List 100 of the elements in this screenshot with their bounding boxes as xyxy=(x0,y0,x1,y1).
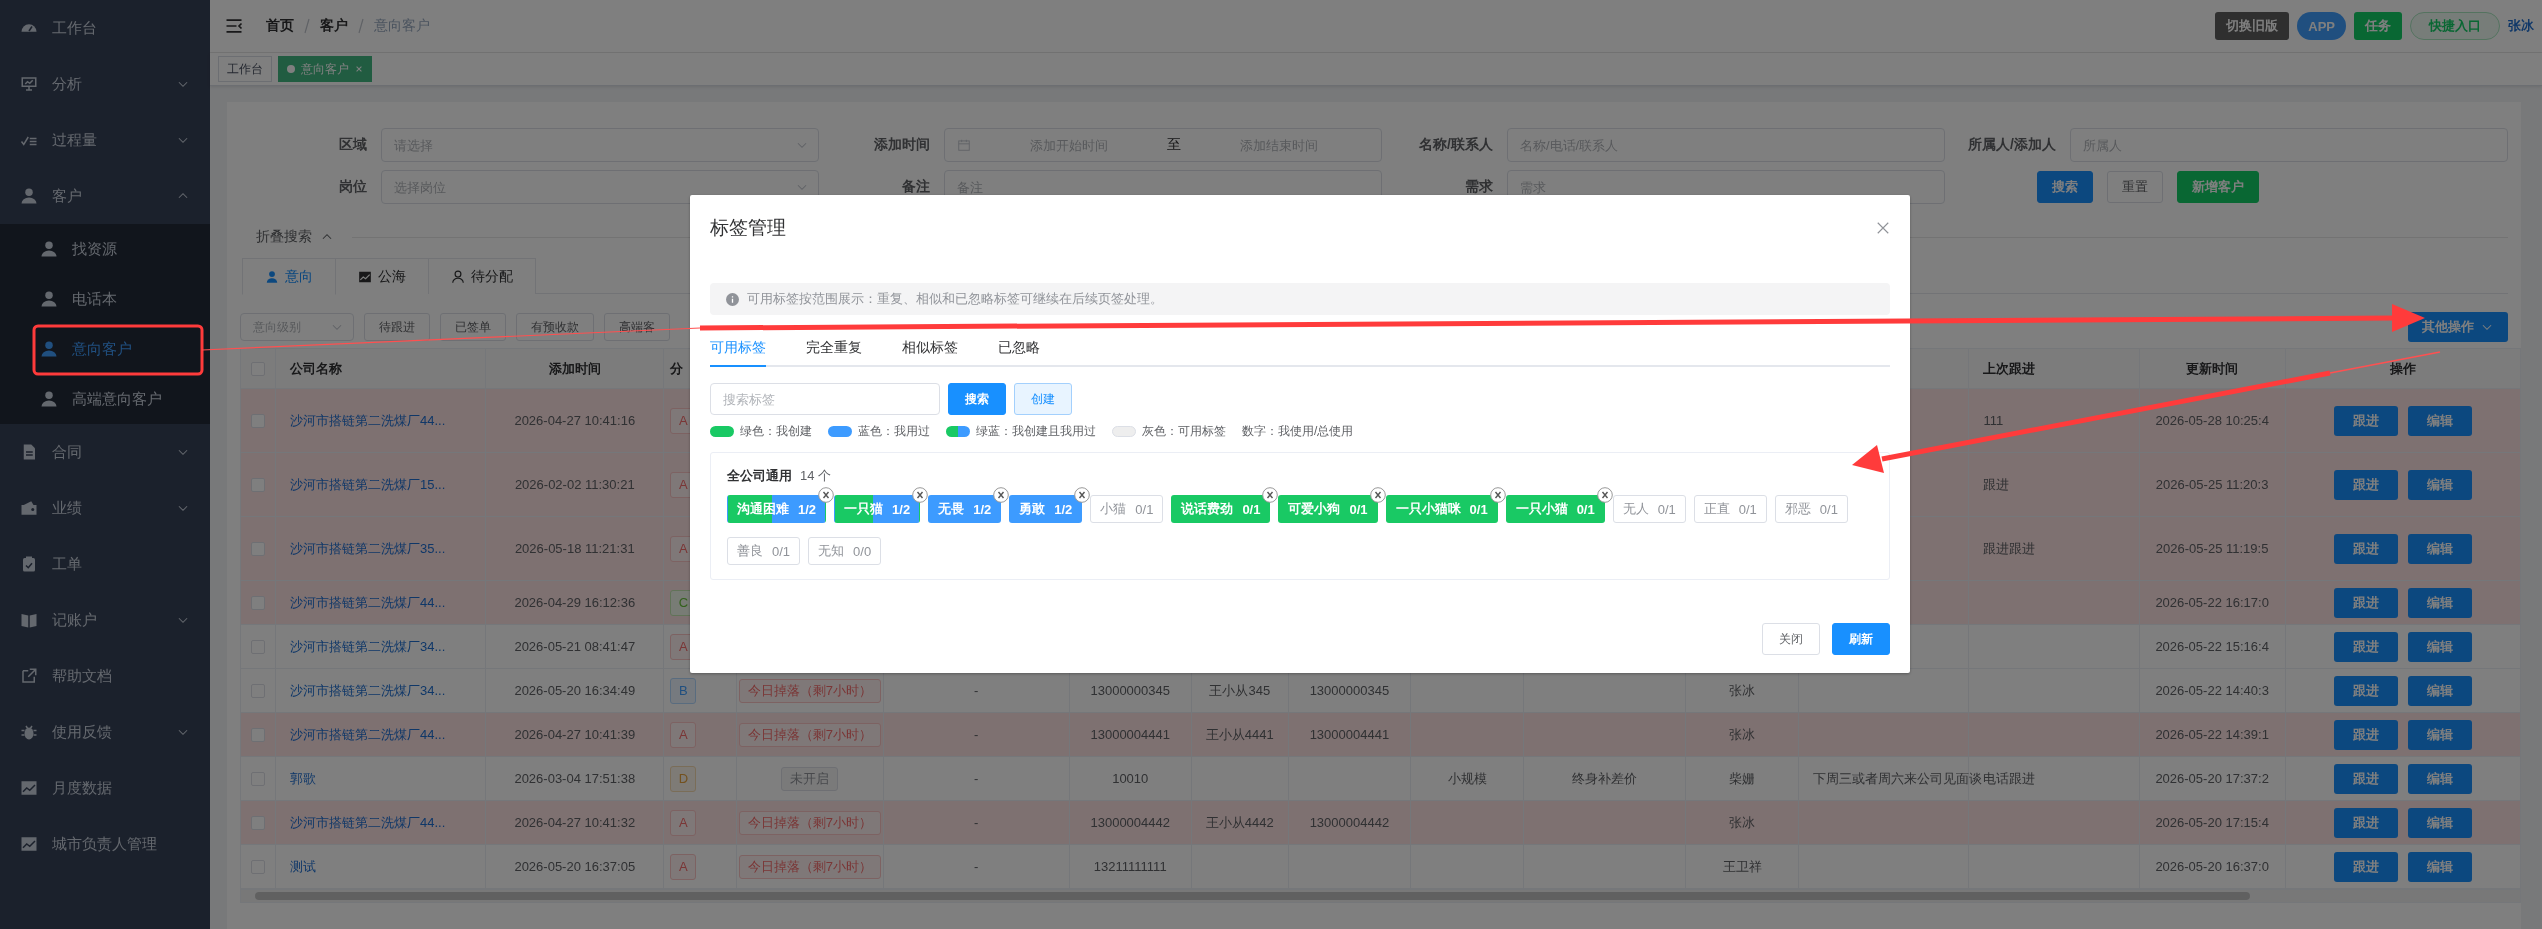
filter-button[interactable]: 新增客户 xyxy=(2177,171,2259,203)
field-label: 区域 xyxy=(338,136,368,154)
header-button[interactable]: APP xyxy=(2297,12,2346,40)
header-button[interactable]: 任务 xyxy=(2354,12,2402,40)
sidebar-item[interactable]: 使用反馈 xyxy=(0,704,210,760)
sidebar-item[interactable]: 月度数据 xyxy=(0,760,210,816)
row-action-button[interactable]: 跟进 xyxy=(2333,807,2398,838)
table-cell: 2026-05-25 11:20:3 xyxy=(2155,477,2269,492)
filter-button[interactable]: 有预收款 xyxy=(516,313,594,341)
breadcrumb-item[interactable]: 首页 xyxy=(266,17,294,35)
submenu-item[interactable]: 找资源 xyxy=(0,224,210,274)
table-cell: 2026-04-29 16:12:36 xyxy=(514,595,636,610)
company-link[interactable]: 沙河市搭链第二洗煤厂15... xyxy=(290,476,446,492)
row-action-button[interactable]: 编辑 xyxy=(2407,533,2472,564)
fold-search-toggle[interactable]: 折叠搜索 xyxy=(256,228,334,246)
label-tag[interactable]: 一只小猫 0/1 xyxy=(1505,495,1605,523)
submenu-item[interactable]: 意向客户 xyxy=(0,324,210,374)
row-action-button[interactable]: 编辑 xyxy=(2407,807,2472,838)
table-cell: - xyxy=(973,859,979,874)
table-cell: 2026-04-27 10:41:32 xyxy=(514,815,636,830)
table-cell: 下周三或者周六来公司见面谈 xyxy=(1813,770,1983,786)
dialog-button[interactable]: 创建 xyxy=(1014,383,1072,415)
label-tag[interactable]: 无人 0/1 xyxy=(1612,495,1686,523)
page-tab[interactable]: 工作台 xyxy=(218,56,272,82)
label-tag[interactable]: 无畏 1/2 xyxy=(928,495,1002,523)
label-tag[interactable]: 可爱小狗 0/1 xyxy=(1278,495,1378,523)
tab[interactable]: 公海 xyxy=(336,258,429,294)
table-cell: 2026-05-22 15:16:4 xyxy=(2155,639,2269,654)
table-cell: 2026-04-27 10:41:16 xyxy=(514,413,636,428)
row-action-button[interactable]: 跟进 xyxy=(2333,763,2398,794)
label-tag[interactable]: 一只小猫咪 0/1 xyxy=(1385,495,1498,523)
row-action-button[interactable]: 编辑 xyxy=(2407,631,2472,662)
row-action-button[interactable]: 编辑 xyxy=(2407,469,2472,500)
tab[interactable]: 可用标签 xyxy=(710,331,766,367)
sidebar-item[interactable]: 帮助文档 xyxy=(0,648,210,704)
filter-button[interactable]: 已签单 xyxy=(440,313,506,341)
user-name[interactable]: 张冰 xyxy=(2508,17,2534,35)
field-label: 备注 xyxy=(901,178,931,196)
tab[interactable]: 相似标签 xyxy=(902,331,958,367)
filter-button[interactable]: 搜索 xyxy=(2037,171,2093,203)
sidebar-item[interactable]: 工单 xyxy=(0,536,210,592)
row-action-button[interactable]: 编辑 xyxy=(2407,587,2472,618)
label-tag[interactable]: 善良 0/1 xyxy=(727,537,801,565)
label-tag[interactable]: 小猫 0/1 xyxy=(1090,495,1164,523)
header-button[interactable]: 切换旧版 xyxy=(2215,12,2290,40)
filter-button[interactable]: 重置 xyxy=(2107,171,2163,203)
status-tag: 今日掉落（剩7小时） xyxy=(738,810,882,835)
info-alert: 可用标签按范围展示：重复、相似和已忽略标签可继续在后续页签处理。 xyxy=(710,283,1890,315)
row-action-button[interactable]: 编辑 xyxy=(2407,675,2472,706)
label-tag[interactable]: 说话费劲 0/1 xyxy=(1171,495,1271,523)
dialog-button[interactable]: 搜索 xyxy=(948,383,1006,415)
row-action-button[interactable]: 跟进 xyxy=(2333,675,2398,706)
row-action-button[interactable]: 跟进 xyxy=(2333,533,2398,564)
row-action-button[interactable]: 跟进 xyxy=(2333,405,2398,436)
table-cell: 2026-02-02 11:30:21 xyxy=(514,477,635,492)
tab[interactable]: 完全重复 xyxy=(806,331,862,367)
row-action-button[interactable]: 跟进 xyxy=(2333,587,2398,618)
sidebar-item[interactable]: 记账户 xyxy=(0,592,210,648)
row-action-button[interactable]: 编辑 xyxy=(2407,719,2472,750)
search-field[interactable]: 搜索标签 xyxy=(710,383,940,415)
dialog-button[interactable]: 刷新 xyxy=(1832,623,1890,655)
row-action-button[interactable]: 跟进 xyxy=(2333,719,2398,750)
table-cell: 王卫祥 xyxy=(1722,858,1762,874)
legend-label: 数字：我使用/总使用 xyxy=(1242,423,1354,440)
row-action-button[interactable]: 编辑 xyxy=(2407,405,2472,436)
tab[interactable]: 意向 xyxy=(242,258,336,295)
sidebar-item[interactable]: 合同 xyxy=(0,424,210,480)
submenu-item[interactable]: 高端意向客户 xyxy=(0,374,210,424)
filter-button[interactable]: 待跟进 xyxy=(364,313,430,341)
label-tag[interactable]: 正直 0/1 xyxy=(1693,495,1767,523)
header-button[interactable]: 快捷入口 xyxy=(2410,12,2500,40)
label-tag[interactable]: 邪恶 0/1 xyxy=(1774,495,1848,523)
row-action-button[interactable]: 跟进 xyxy=(2333,851,2398,882)
company-link[interactable]: 测试 xyxy=(290,858,316,874)
sidebar-item[interactable]: 工作台 xyxy=(0,0,210,56)
company-link[interactable]: 沙河市搭链第二洗煤厂44... xyxy=(290,412,446,428)
sidebar-item[interactable]: 城市负责人管理 xyxy=(0,816,210,872)
sidebar-item[interactable]: 过程量 xyxy=(0,112,210,168)
submenu-item[interactable]: 电话本 xyxy=(0,274,210,324)
sidebar-item[interactable]: 分析 xyxy=(0,56,210,112)
sidebar-item[interactable]: 业绩 xyxy=(0,480,210,536)
row-action-button[interactable]: 跟进 xyxy=(2333,631,2398,662)
tab[interactable]: 待分配 xyxy=(429,258,536,294)
filter-button[interactable]: 高端客 xyxy=(604,313,670,341)
dialog-button[interactable]: 关闭 xyxy=(1762,623,1820,655)
table-cell: 2026-05-21 08:41:47 xyxy=(514,639,636,654)
label-tag[interactable]: 无知 0/0 xyxy=(808,537,882,565)
page-tab[interactable]: 意向客户 xyxy=(278,56,372,82)
row-action-button[interactable]: 编辑 xyxy=(2407,851,2472,882)
table-cell: 13211111111 xyxy=(1093,859,1167,874)
row-action-button[interactable]: 跟进 xyxy=(2333,469,2398,500)
table-cell: 13000004441 xyxy=(1309,727,1390,742)
breadcrumb-item[interactable]: 客户 xyxy=(320,17,348,35)
label-tag[interactable]: 勇敢 1/2 xyxy=(1009,495,1083,523)
sidebar-item[interactable]: 客户 xyxy=(0,168,210,224)
company-link[interactable]: 沙河市搭链第二洗煤厂35... xyxy=(290,540,446,556)
tab[interactable]: 已忽略 xyxy=(998,331,1040,367)
company-link[interactable]: 郭歌 xyxy=(290,770,316,786)
table-cell: - xyxy=(973,683,979,698)
row-action-button[interactable]: 编辑 xyxy=(2407,763,2472,794)
